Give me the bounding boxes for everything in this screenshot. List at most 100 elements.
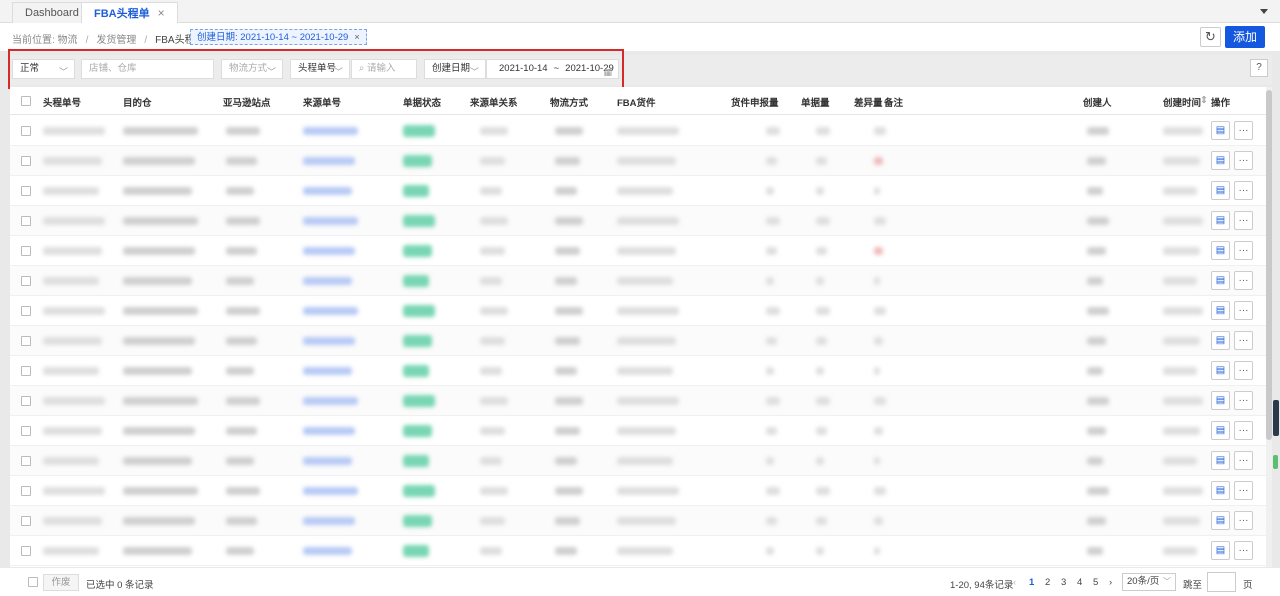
view-detail-icon[interactable]: ▤ bbox=[1211, 181, 1230, 200]
side-widget-indicator[interactable] bbox=[1273, 455, 1278, 469]
scrollbar-thumb[interactable] bbox=[1266, 90, 1272, 440]
row-checkbox[interactable] bbox=[21, 126, 31, 136]
add-button[interactable]: 添加 bbox=[1225, 26, 1265, 48]
view-detail-icon[interactable]: ▤ bbox=[1211, 121, 1230, 140]
tab-dashboard[interactable]: Dashboard bbox=[12, 2, 92, 23]
view-detail-icon[interactable]: ▤ bbox=[1211, 421, 1230, 440]
column-header[interactable]: 目的仓 bbox=[123, 95, 152, 109]
table-row[interactable]: ▤ ··· bbox=[10, 296, 1266, 326]
more-actions-icon[interactable]: ··· bbox=[1234, 421, 1253, 440]
table-row[interactable]: ▤ ··· bbox=[10, 386, 1266, 416]
row-checkbox[interactable] bbox=[21, 246, 31, 256]
more-actions-icon[interactable]: ··· bbox=[1234, 481, 1253, 500]
page-button[interactable]: 4 bbox=[1077, 577, 1082, 588]
view-detail-icon[interactable]: ▤ bbox=[1211, 391, 1230, 410]
view-detail-icon[interactable]: ▤ bbox=[1211, 481, 1230, 500]
jump-page-input[interactable] bbox=[1207, 572, 1236, 592]
column-header[interactable]: 差异量 bbox=[854, 95, 883, 109]
view-detail-icon[interactable]: ▤ bbox=[1211, 331, 1230, 350]
side-widget[interactable] bbox=[1273, 400, 1279, 436]
select-all-checkbox[interactable] bbox=[21, 96, 31, 106]
refresh-button[interactable]: ↻ bbox=[1200, 27, 1221, 47]
view-detail-icon[interactable]: ▤ bbox=[1211, 541, 1230, 560]
more-actions-icon[interactable]: ··· bbox=[1234, 301, 1253, 320]
column-header[interactable]: 单据状态 bbox=[403, 95, 441, 109]
more-actions-icon[interactable]: ··· bbox=[1234, 181, 1253, 200]
column-header[interactable]: 来源单关系 bbox=[470, 95, 518, 109]
view-detail-icon[interactable]: ▤ bbox=[1211, 151, 1230, 170]
table-row[interactable]: ▤ ··· bbox=[10, 146, 1266, 176]
table-row[interactable]: ▤ ··· bbox=[10, 416, 1266, 446]
row-checkbox[interactable] bbox=[21, 516, 31, 526]
row-checkbox[interactable] bbox=[21, 156, 31, 166]
more-actions-icon[interactable]: ··· bbox=[1234, 391, 1253, 410]
column-header[interactable]: 来源单号 bbox=[303, 95, 341, 109]
row-checkbox[interactable] bbox=[21, 456, 31, 466]
more-actions-icon[interactable]: ··· bbox=[1234, 511, 1253, 530]
column-header[interactable]: 物流方式 bbox=[550, 95, 588, 109]
row-checkbox[interactable] bbox=[21, 276, 31, 286]
view-detail-icon[interactable]: ▤ bbox=[1211, 511, 1230, 530]
table-row[interactable]: ▤ ··· bbox=[10, 116, 1266, 146]
view-detail-icon[interactable]: ▤ bbox=[1211, 301, 1230, 320]
more-actions-icon[interactable]: ··· bbox=[1234, 151, 1253, 170]
column-header[interactable]: 亚马逊站点 bbox=[223, 95, 271, 109]
view-detail-icon[interactable]: ▤ bbox=[1211, 271, 1230, 290]
column-header[interactable]: 单据量 bbox=[801, 95, 830, 109]
table-row[interactable]: ▤ ··· bbox=[10, 506, 1266, 536]
table-row[interactable]: ▤ ··· bbox=[10, 536, 1266, 566]
more-actions-icon[interactable]: ··· bbox=[1234, 451, 1253, 470]
column-header[interactable]: 创建人 bbox=[1083, 95, 1112, 109]
footer-select-checkbox[interactable] bbox=[28, 577, 38, 587]
more-actions-icon[interactable]: ··· bbox=[1234, 121, 1253, 140]
prev-page-icon[interactable]: ‹ bbox=[1013, 577, 1016, 588]
row-checkbox[interactable] bbox=[21, 216, 31, 226]
row-checkbox[interactable] bbox=[21, 306, 31, 316]
more-actions-icon[interactable]: ··· bbox=[1234, 271, 1253, 290]
date-filter-chip[interactable]: 创建日期: 2021-10-14 ~ 2021-10-29 × bbox=[190, 29, 367, 45]
breadcrumb-item[interactable]: 发货管理 bbox=[96, 35, 136, 46]
sort-icon[interactable]: ⇕ bbox=[1200, 95, 1208, 106]
page-button[interactable]: 5 bbox=[1093, 577, 1098, 588]
row-checkbox[interactable] bbox=[21, 486, 31, 496]
close-icon[interactable]: × bbox=[354, 32, 360, 43]
column-header[interactable]: 备注 bbox=[884, 95, 903, 109]
more-actions-icon[interactable]: ··· bbox=[1234, 361, 1253, 380]
row-checkbox[interactable] bbox=[21, 366, 31, 376]
close-icon[interactable]: × bbox=[158, 6, 165, 20]
batch-void-button[interactable]: 作废 bbox=[43, 574, 79, 591]
table-row[interactable]: ▤ ··· bbox=[10, 356, 1266, 386]
row-checkbox[interactable] bbox=[21, 336, 31, 346]
column-header[interactable]: 创建时间 bbox=[1163, 95, 1201, 109]
help-button[interactable]: ? bbox=[1250, 59, 1268, 77]
more-actions-icon[interactable]: ··· bbox=[1234, 211, 1253, 230]
row-checkbox[interactable] bbox=[21, 396, 31, 406]
view-detail-icon[interactable]: ▤ bbox=[1211, 211, 1230, 230]
row-checkbox[interactable] bbox=[21, 546, 31, 556]
table-row[interactable]: ▤ ··· bbox=[10, 206, 1266, 236]
row-checkbox[interactable] bbox=[21, 186, 31, 196]
page-button[interactable]: 2 bbox=[1045, 577, 1050, 588]
table-row[interactable]: ▤ ··· bbox=[10, 266, 1266, 296]
column-header[interactable]: FBA货件 bbox=[617, 95, 656, 109]
more-actions-icon[interactable]: ··· bbox=[1234, 331, 1253, 350]
chevron-down-icon[interactable] bbox=[1260, 9, 1268, 14]
table-row[interactable]: ▤ ··· bbox=[10, 176, 1266, 206]
table-row[interactable]: ▤ ··· bbox=[10, 236, 1266, 266]
column-header[interactable]: 头程单号 bbox=[43, 95, 81, 109]
row-checkbox[interactable] bbox=[21, 426, 31, 436]
page-size-select[interactable]: 20条/页 ﹀ bbox=[1122, 573, 1176, 591]
column-header[interactable]: 货件申报量 bbox=[731, 95, 779, 109]
next-page-icon[interactable]: › bbox=[1109, 577, 1112, 588]
more-actions-icon[interactable]: ··· bbox=[1234, 241, 1253, 260]
table-row[interactable]: ▤ ··· bbox=[10, 326, 1266, 356]
tab-fba-first-leg[interactable]: FBA头程单 × bbox=[81, 2, 178, 24]
table-row[interactable]: ▤ ··· bbox=[10, 476, 1266, 506]
view-detail-icon[interactable]: ▤ bbox=[1211, 241, 1230, 260]
page-button[interactable]: 3 bbox=[1061, 577, 1066, 588]
view-detail-icon[interactable]: ▤ bbox=[1211, 451, 1230, 470]
more-actions-icon[interactable]: ··· bbox=[1234, 541, 1253, 560]
table-row[interactable]: ▤ ··· bbox=[10, 446, 1266, 476]
view-detail-icon[interactable]: ▤ bbox=[1211, 361, 1230, 380]
page-button[interactable]: 1 bbox=[1029, 577, 1034, 588]
